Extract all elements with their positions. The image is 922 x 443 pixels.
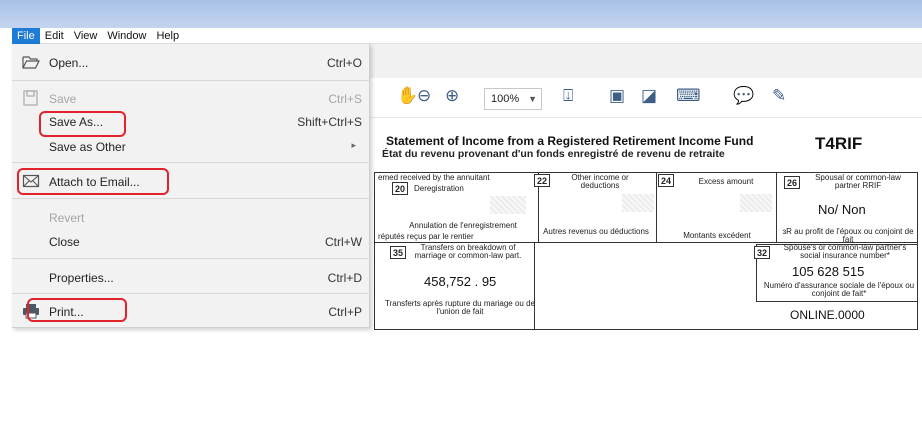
- menu-separator: [12, 258, 370, 259]
- menu-item-revert-label: Revert: [49, 211, 85, 225]
- menu-file[interactable]: File: [12, 27, 40, 44]
- menu-bar: File Edit View Window Help: [12, 27, 922, 44]
- comment-icon[interactable]: 💬: [733, 86, 754, 106]
- hand-tool-icon[interactable]: ✋: [397, 86, 418, 106]
- menu-edit[interactable]: Edit: [40, 28, 69, 44]
- box-26-value: No/ Non: [818, 202, 866, 217]
- box-24-shade: [740, 194, 772, 212]
- form-title: Statement of Income from a Registered Re…: [386, 134, 754, 148]
- box-26-fr-label: ɜR au profit de l'époux ou conjoint de f…: [782, 227, 914, 244]
- menu-item-save-as-other-label: Save as Other: [49, 140, 126, 154]
- menu-item-close-label: Close: [49, 235, 80, 249]
- box-top-left-label: emed received by the annuitant: [378, 173, 490, 182]
- submenu-arrow-icon: ▸: [351, 140, 356, 150]
- menu-item-save-shortcut: Ctrl+S: [328, 92, 362, 106]
- box-20-shade: [490, 196, 526, 214]
- grid-line-v4: [534, 242, 535, 330]
- menu-item-properties[interactable]: Properties... Ctrl+D: [12, 264, 370, 292]
- menu-view[interactable]: View: [69, 28, 103, 44]
- menu-separator: [12, 198, 370, 199]
- box-22-fr-label: Autres revenus ou déductions: [543, 227, 649, 236]
- box-24-label: Excess amount: [698, 177, 754, 186]
- box-22-shade: [622, 194, 654, 212]
- box-22-label: Other income or deductions: [571, 173, 629, 190]
- menu-item-open[interactable]: Open... Ctrl+O: [12, 49, 370, 77]
- keyboard-icon[interactable]: ⌨: [676, 86, 701, 106]
- menu-item-open-shortcut: Ctrl+O: [326, 56, 362, 70]
- menu-item-save-label: Save: [49, 92, 77, 106]
- box-24-fr-label: Montants excédent: [683, 231, 751, 240]
- box-35-label: Transfers on breakdown of marriage or co…: [414, 243, 522, 260]
- box-35-value: 458,752 . 95: [424, 274, 497, 289]
- highlight-print: [27, 298, 127, 322]
- top-toolbar: [370, 44, 922, 78]
- zoom-level-value: 100%: [491, 93, 520, 105]
- highlight-save-as: [39, 111, 126, 137]
- menu-item-properties-label: Properties...: [49, 271, 114, 285]
- zoom-in-icon[interactable]: ⊕: [445, 86, 459, 106]
- box-26-number: 26: [784, 176, 800, 189]
- zoom-level-select[interactable]: 100% ▼: [484, 88, 542, 110]
- fit-page-icon[interactable]: ⍗: [563, 86, 573, 106]
- window-title-bar: [0, 0, 922, 28]
- highlight-attach-to-email: [17, 168, 169, 195]
- full-screen-icon[interactable]: ◪: [641, 86, 657, 106]
- form-footer-code: ONLINE.0000: [790, 308, 865, 322]
- menu-item-save-as-shortcut: Shift+Ctrl+S: [297, 115, 362, 129]
- box-32-value: 105 628 515: [792, 264, 865, 279]
- menu-separator: [12, 293, 370, 294]
- form-subtitle: État du revenu provenant d'un fonds enre…: [382, 148, 725, 160]
- form-code: T4RIF: [815, 134, 863, 153]
- menu-window[interactable]: Window: [102, 28, 151, 44]
- folder-open-icon: [22, 56, 40, 69]
- grid-line-v3: [776, 172, 777, 242]
- pen-icon[interactable]: ✎: [772, 86, 786, 106]
- menu-item-properties-shortcut: Ctrl+D: [327, 271, 362, 285]
- box-32-label: Spouse's or common-law partner's social …: [783, 243, 907, 260]
- scroll-mode-icon[interactable]: ▣: [609, 86, 625, 106]
- box-26-label: Spousal or common-law partner RRIF: [815, 173, 901, 190]
- box-20-fr-label: Annulation de l'enregistrement: [409, 221, 517, 230]
- box-32-fr-label: Numéro d'assurance sociale de l'époux ou…: [763, 281, 915, 298]
- box-20-number: 20: [392, 182, 408, 195]
- menu-help[interactable]: Help: [151, 28, 184, 44]
- menu-separator: [12, 80, 370, 81]
- menu-separator: [12, 162, 370, 163]
- menu-item-close-shortcut: Ctrl+W: [325, 235, 362, 249]
- menu-item-close[interactable]: Close Ctrl+W: [12, 228, 370, 256]
- box-20-label: Deregistration: [414, 184, 464, 193]
- save-disk-icon: [23, 90, 38, 106]
- box-35-fr-label: Transferts après rupture du mariage ou d…: [384, 299, 535, 316]
- grid-line-v2: [656, 172, 657, 242]
- zoom-out-icon[interactable]: ⊖: [417, 86, 431, 106]
- box-35-number: 35: [390, 246, 406, 259]
- menu-item-save-as-other[interactable]: Save as Other ▸: [12, 133, 370, 161]
- chevron-down-icon: ▼: [528, 94, 537, 104]
- menu-item-open-label: Open...: [49, 56, 89, 70]
- box-24-number: 24: [658, 174, 674, 187]
- box-22-number: 22: [534, 174, 550, 187]
- menu-item-print-shortcut: Ctrl+P: [328, 305, 362, 319]
- document-page: Statement of Income from a Registered Re…: [370, 118, 922, 443]
- box-32-number: 32: [754, 246, 770, 259]
- box-bottom-left-label: réputés reçus par le rentier: [378, 232, 474, 241]
